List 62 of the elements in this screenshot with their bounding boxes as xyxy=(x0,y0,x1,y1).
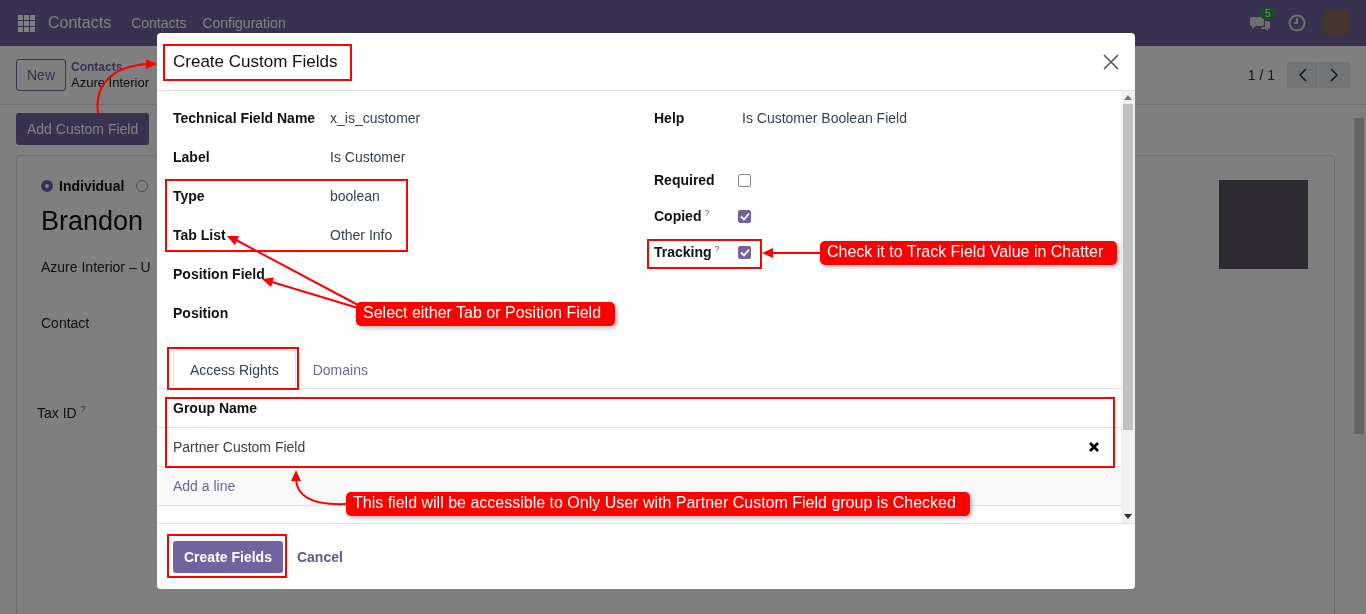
annotation-callout: Check it to Track Field Value in Chatter xyxy=(820,241,1118,265)
page-scrollbar[interactable] xyxy=(1354,118,1364,434)
breadcrumb-link[interactable]: Contacts xyxy=(71,59,150,75)
column-header: Group Name xyxy=(173,400,257,416)
help-tooltip-mark[interactable]: ? xyxy=(714,244,720,254)
dialog-scrollbar[interactable] xyxy=(1121,91,1135,523)
annotation-arrow xyxy=(762,248,821,258)
dialog-title: Create Custom Fields xyxy=(173,51,338,72)
add-a-line-link[interactable]: Add a line xyxy=(173,478,236,494)
field-label: Tab List xyxy=(173,226,227,243)
checkbox[interactable] xyxy=(738,245,751,259)
field-label: Position xyxy=(173,304,230,321)
close-icon[interactable] xyxy=(1103,53,1119,70)
chevron-right-icon xyxy=(1330,68,1339,82)
field-label: Type xyxy=(173,187,206,204)
radio-label[interactable]: Individual xyxy=(59,178,125,194)
field-label: Tracking xyxy=(654,244,712,260)
field-label: Label xyxy=(173,148,211,165)
field-value[interactable]: Other Info xyxy=(330,226,393,243)
breadcrumb-current: Azure Interior xyxy=(71,75,150,91)
app-name[interactable]: Contacts xyxy=(48,14,112,32)
annotation-callout: This field will be accessible to Only User with Partner Custom Field group is Checked xyxy=(346,492,970,516)
menu-item[interactable]: Contacts xyxy=(131,15,187,31)
tab[interactable]: Domains xyxy=(295,350,385,389)
scroll-up-arrow-icon[interactable] xyxy=(1124,95,1132,100)
menu-item[interactable]: Configuration xyxy=(202,15,286,31)
tab[interactable]: Access Rights xyxy=(173,350,296,389)
add-custom-field-button[interactable]: Add Custom Field xyxy=(16,113,150,145)
annotation-arrow xyxy=(291,470,347,506)
cancel-button[interactable]: Cancel xyxy=(288,548,351,565)
scroll-down-arrow-icon[interactable] xyxy=(1124,514,1132,519)
help-tooltip-mark[interactable]: ? xyxy=(704,208,710,218)
field-label: Required xyxy=(654,172,715,188)
create-fields-button[interactable]: Create Fields xyxy=(173,540,283,573)
message-count-badge: 5 xyxy=(1260,7,1276,20)
field-label: Help xyxy=(654,109,685,126)
radio-button[interactable] xyxy=(41,180,53,192)
field-value[interactable]: x_is_customer xyxy=(330,109,421,126)
checkbox[interactable] xyxy=(738,209,751,223)
field-label: Contact xyxy=(41,315,90,331)
annotation-callout: Select either Tab or Position Field xyxy=(356,302,616,326)
help-tooltip-mark[interactable]: ? xyxy=(80,404,86,414)
field-label: Tax ID xyxy=(37,404,77,421)
apps-grid-icon[interactable] xyxy=(18,14,35,32)
clock-icon[interactable] xyxy=(1288,14,1306,32)
field-value[interactable]: boolean xyxy=(330,187,380,204)
previous-button[interactable] xyxy=(1287,62,1318,88)
field-label: Position Field xyxy=(173,265,266,282)
field-value[interactable]: Is Customer xyxy=(330,148,406,165)
next-button[interactable] xyxy=(1319,62,1350,88)
company-name: Azure Interior – U xyxy=(41,259,151,275)
table-cell: Partner Custom Field xyxy=(173,439,306,455)
pager-text: 1 / 1 xyxy=(1247,67,1275,83)
delete-icon[interactable] xyxy=(1089,442,1099,452)
field-label: Copied xyxy=(654,208,702,224)
chevron-left-icon xyxy=(1298,68,1307,82)
chat-icon[interactable] xyxy=(1250,15,1270,31)
checkbox[interactable] xyxy=(738,173,751,187)
partner-name: Brandon xyxy=(41,206,144,237)
field-label: Technical Field Name xyxy=(173,109,317,126)
field-value[interactable]: Is Customer Boolean Field xyxy=(742,109,907,126)
new-button[interactable]: New xyxy=(16,59,66,91)
